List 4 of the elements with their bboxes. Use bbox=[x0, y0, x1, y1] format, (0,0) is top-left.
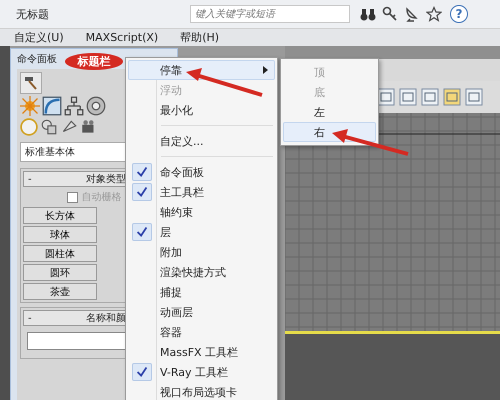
panel-title: 命令面板 bbox=[17, 52, 57, 66]
annotation-label: 标题栏 bbox=[65, 53, 123, 70]
checkbox-label: 自动栅格 bbox=[82, 190, 122, 204]
window-title: 无标题 bbox=[16, 6, 50, 22]
